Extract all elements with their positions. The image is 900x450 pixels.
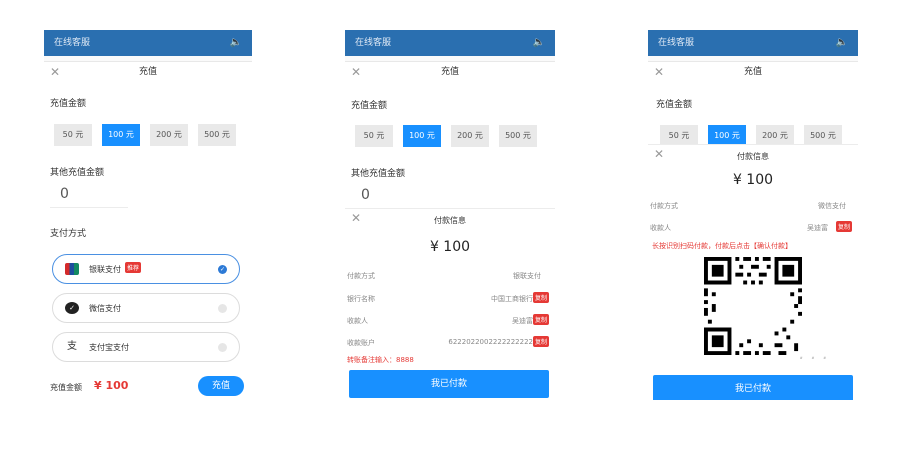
payment-option-label: 银联支付 <box>89 265 121 274</box>
top-bar: 在线客服 🔈 <box>345 30 555 56</box>
copy-button[interactable]: 复制 <box>532 336 549 347</box>
row-key: 付款方式 <box>650 202 678 210</box>
amount-label: 充值金额 <box>351 101 388 111</box>
amount-option-500[interactable]: 500 元 <box>198 124 236 146</box>
row-value: 吴迪富 <box>512 317 533 325</box>
topbar-title: 在线客服 <box>355 38 392 48</box>
row-value: 吴迪富 <box>807 224 828 232</box>
page-title: 充值 <box>138 67 157 77</box>
payment-option-label: 微信支付 <box>89 304 121 313</box>
info-row: 收款人 吴迪富 复制 <box>648 217 858 237</box>
watermark-digits: ··· <box>798 348 834 369</box>
info-row: 收款账户 6222022002222222222 复制 <box>345 332 555 352</box>
other-amount-label: 其他充值金额 <box>50 168 105 178</box>
topbar-title: 在线客服 <box>54 38 91 48</box>
copy-button[interactable]: 复制 <box>532 292 549 303</box>
copy-button[interactable]: 复制 <box>835 221 852 232</box>
info-row: 收款人 吴迪富 复制 <box>345 310 555 330</box>
other-amount-label: 其他充值金额 <box>351 169 406 179</box>
row-value: 微信支付 <box>818 202 846 210</box>
row-value: 6222022002222222222 <box>448 338 533 346</box>
modal-title: 付款信息 <box>737 152 769 161</box>
payment-option-label: 支付宝支付 <box>89 343 129 352</box>
input-underline <box>50 207 128 208</box>
info-row: 付款方式 微信支付 <box>648 195 858 215</box>
payment-info-modal: ✕ 付款信息 ¥ 100 付款方式 银联支付 银行名称 中国工商银行 复制 收款… <box>345 208 555 366</box>
row-key: 付款方式 <box>347 272 375 280</box>
wechat-icon: ✓ <box>65 302 79 314</box>
other-amount-input[interactable]: 0 <box>361 187 370 203</box>
row-key: 收款人 <box>650 224 671 232</box>
info-row: 付款方式 银联支付 <box>345 265 555 285</box>
row-key: 收款人 <box>347 317 368 325</box>
row-value: 银联支付 <box>513 272 541 280</box>
copy-button[interactable]: 复制 <box>532 314 549 325</box>
page-header: ✕ 充值 <box>44 62 252 82</box>
amount-label: 充值金额 <box>656 100 693 110</box>
amount-option-500[interactable]: 500 元 <box>499 125 537 147</box>
amount-option-100[interactable]: 100 元 <box>403 125 441 147</box>
close-icon[interactable]: ✕ <box>654 62 664 82</box>
payment-option-alipay[interactable]: 支 支付宝支付 <box>52 332 240 362</box>
topbar-title: 在线客服 <box>658 38 695 48</box>
page-header: ✕ 充值 <box>648 62 858 82</box>
transfer-note: 转账备注输入：8888 <box>347 356 414 364</box>
amount-option-100[interactable]: 100 元 <box>102 124 140 146</box>
payment-method-label: 支付方式 <box>50 229 87 239</box>
info-row: 银行名称 中国工商银行 复制 <box>345 288 555 308</box>
top-bar: 在线客服 🔈 <box>648 30 858 56</box>
recharge-panel-1: 在线客服 🔈 ✕ 充值 充值金额 50 元 100 元 200 元 500 元 … <box>44 30 252 415</box>
close-icon[interactable]: ✕ <box>50 62 60 82</box>
recommend-badge: 推荐 <box>125 262 142 273</box>
total-label: 充值金额 <box>50 383 82 392</box>
payment-option-wechat[interactable]: ✓ 微信支付 <box>52 293 240 323</box>
speaker-icon[interactable]: 🔈 <box>230 30 242 56</box>
speaker-icon[interactable]: 🔈 <box>533 30 545 56</box>
page-header: ✕ 充值 <box>345 62 555 82</box>
recharge-panel-2: 在线客服 🔈 ✕ 充值 充值金额 50 元 100 元 200 元 500 元 … <box>345 30 555 405</box>
amount-option-200[interactable]: 200 元 <box>150 124 188 146</box>
payment-option-unionpay[interactable]: 银联支付 推荐 ✓ <box>52 254 240 284</box>
payment-info-modal: ✕ 付款信息 ¥ 100 付款方式 微信支付 收款人 吴迪富 复制 长按识别扫码… <box>648 144 858 362</box>
recharge-button[interactable]: 充值 <box>198 376 244 396</box>
alipay-icon: 支 <box>67 341 77 352</box>
scan-instruction: 长按识别扫码付款，付款后点击【确认付款】 <box>652 242 792 250</box>
payment-qr-code <box>704 257 802 355</box>
amount-option-200[interactable]: 200 元 <box>451 125 489 147</box>
row-key: 银行名称 <box>347 295 375 303</box>
amount-option-50[interactable]: 50 元 <box>54 124 92 146</box>
page-title: 充值 <box>743 67 762 77</box>
modal-title: 付款信息 <box>434 216 466 225</box>
close-icon[interactable]: ✕ <box>351 62 361 82</box>
total-value: ¥ 100 <box>94 379 129 392</box>
radio-unchecked-icon <box>218 304 227 313</box>
amount-option-50[interactable]: 50 元 <box>355 125 393 147</box>
unionpay-icon <box>65 263 79 275</box>
confirm-paid-button[interactable]: 我已付款 <box>653 375 853 400</box>
modal-amount: ¥ 100 <box>732 172 774 188</box>
speaker-icon[interactable]: 🔈 <box>836 30 848 56</box>
radio-checked-icon: ✓ <box>218 265 227 274</box>
recharge-panel-3: 在线客服 🔈 ✕ 充值 充值金额 50 元 100 元 200 元 500 元 … <box>648 30 858 400</box>
row-value: 中国工商银行 <box>491 295 533 303</box>
radio-unchecked-icon <box>218 343 227 352</box>
confirm-paid-button[interactable]: 我已付款 <box>349 370 549 398</box>
amount-label: 充值金额 <box>50 99 87 109</box>
row-key: 收款账户 <box>347 339 375 347</box>
top-bar: 在线客服 🔈 <box>44 30 252 56</box>
other-amount-input[interactable]: 0 <box>60 186 69 202</box>
modal-amount: ¥ 100 <box>429 239 471 255</box>
page-title: 充值 <box>440 67 459 77</box>
